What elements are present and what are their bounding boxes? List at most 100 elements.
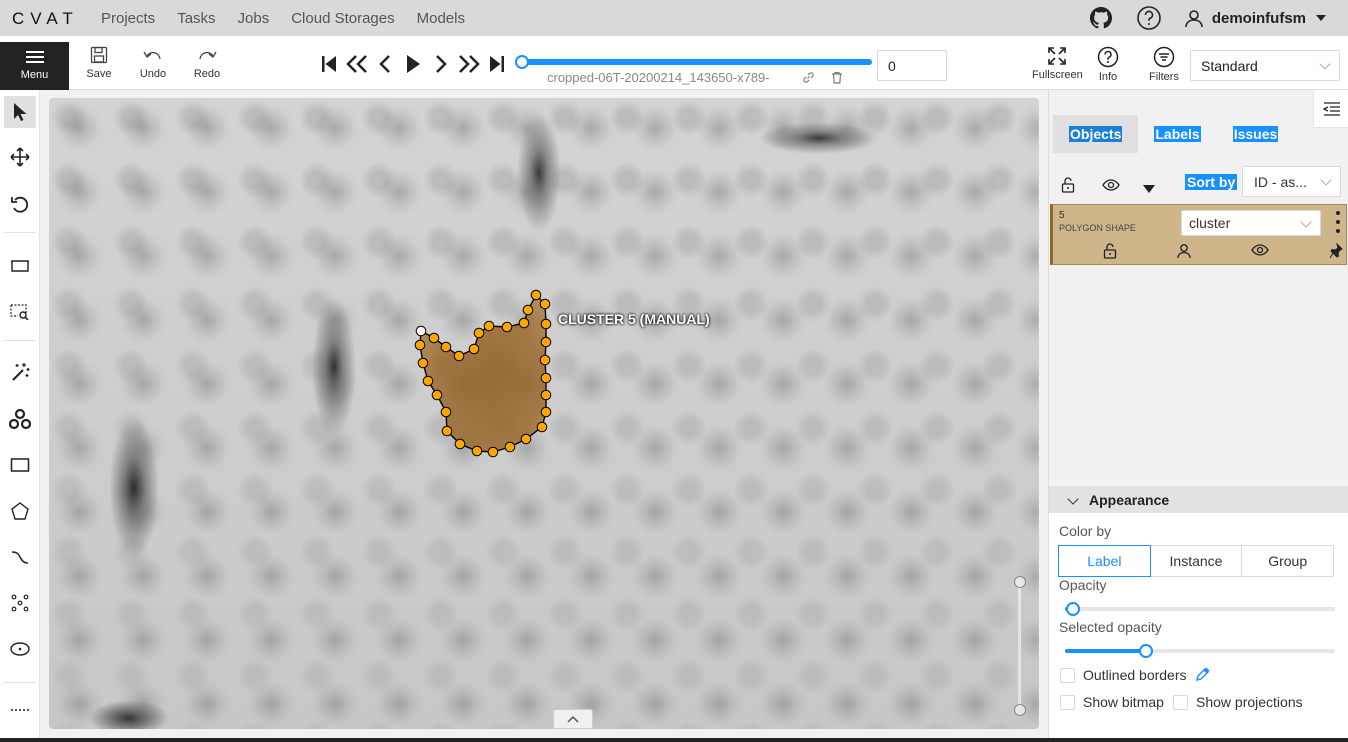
polygon-vertex[interactable] — [473, 327, 485, 339]
more-tools[interactable] — [4, 694, 36, 726]
polygon-vertex[interactable] — [522, 304, 534, 316]
polygon-vertex[interactable] — [428, 332, 440, 344]
color-by-label-option[interactable]: Label — [1058, 545, 1151, 577]
cursor-tool[interactable] — [4, 96, 36, 128]
polygon-vertex[interactable] — [540, 406, 552, 418]
nav-tasks[interactable]: Tasks — [177, 10, 215, 27]
polygon-vertex[interactable] — [540, 389, 552, 401]
polygon-vertex[interactable] — [468, 343, 480, 355]
forward-step-icon[interactable] — [458, 51, 480, 77]
polygon-vertex[interactable] — [422, 375, 434, 387]
redo-button[interactable]: Redo — [187, 46, 227, 80]
annotation-canvas[interactable]: CLUSTER 5 (MANUAL) — [49, 98, 1039, 729]
object-item[interactable]: 5 POLYGON SHAPE cluster — [1050, 204, 1347, 265]
opacity-slider-handle[interactable] — [1066, 602, 1081, 616]
zoom-control[interactable] — [1009, 574, 1031, 724]
filters-button[interactable]: Filters — [1149, 46, 1179, 83]
polygon-vertex[interactable] — [539, 354, 551, 366]
zoom-in-icon[interactable] — [1014, 704, 1026, 716]
color-by-instance-option[interactable]: Instance — [1149, 545, 1243, 577]
link-icon[interactable] — [802, 71, 815, 89]
collapse-sidebar-button[interactable] — [1313, 90, 1348, 128]
frame-number-input[interactable]: 0 — [877, 50, 947, 81]
undo-button[interactable]: Undo — [133, 46, 173, 80]
polygon-vertex[interactable] — [504, 441, 516, 453]
polygon-vertex[interactable] — [483, 320, 495, 332]
points-tool[interactable] — [4, 587, 36, 619]
eye-all-icon[interactable] — [1102, 178, 1120, 197]
polygon-vertex[interactable] — [520, 433, 532, 445]
sort-by-select[interactable]: ID - as... — [1242, 166, 1341, 197]
rectangle-tool[interactable] — [4, 449, 36, 481]
nav-jobs[interactable]: Jobs — [238, 10, 270, 27]
selected-opacity-slider-handle[interactable] — [1139, 644, 1153, 658]
color-picker-icon[interactable] — [1195, 666, 1211, 687]
play-icon[interactable] — [402, 51, 424, 77]
object-lock-icon[interactable] — [1103, 243, 1117, 264]
previous-frame-icon[interactable] — [374, 51, 396, 77]
object-pin-icon[interactable] — [1329, 242, 1343, 264]
fit-image-tool[interactable] — [4, 250, 36, 282]
save-button[interactable]: Save — [79, 46, 119, 80]
polygon-vertex[interactable] — [417, 357, 429, 369]
last-frame-icon[interactable] — [486, 51, 508, 77]
selected-opacity-slider[interactable] — [1065, 644, 1335, 658]
object-visibility-icon[interactable] — [1251, 243, 1269, 264]
polygon-vertex[interactable] — [539, 298, 551, 310]
back-step-icon[interactable] — [346, 51, 368, 77]
caret-down-icon[interactable] — [1143, 180, 1155, 198]
frame-slider[interactable] — [515, 55, 872, 69]
workspace-select[interactable]: Standard — [1190, 50, 1340, 81]
polygon-vertex[interactable] — [440, 341, 452, 353]
zoom-region-tool[interactable] — [4, 296, 36, 328]
tab-objects[interactable]: Objects — [1053, 115, 1139, 153]
tab-issues[interactable]: Issues — [1217, 115, 1295, 153]
help-icon[interactable] — [1136, 5, 1162, 31]
polygon-vertex[interactable] — [441, 425, 453, 437]
delete-frame-icon[interactable] — [831, 71, 843, 89]
first-frame-icon[interactable] — [318, 51, 340, 77]
tab-labels[interactable]: Labels — [1138, 115, 1216, 153]
polygon-vertex[interactable] — [471, 445, 483, 457]
github-icon[interactable] — [1088, 5, 1114, 31]
nav-cloud-storages[interactable]: Cloud Storages — [291, 10, 394, 27]
polygon-vertex[interactable] — [540, 372, 552, 384]
opacity-slider[interactable] — [1065, 602, 1335, 616]
polygon-vertex[interactable] — [414, 339, 426, 351]
nav-models[interactable]: Models — [417, 10, 465, 27]
frame-slider-handle[interactable] — [515, 55, 529, 69]
color-by-group-option[interactable]: Group — [1241, 545, 1335, 577]
polygon-shape[interactable] — [49, 98, 1039, 729]
show-bitmap-checkbox[interactable] — [1060, 695, 1075, 710]
polygon-vertex[interactable] — [501, 321, 513, 333]
polygon-vertex[interactable] — [431, 389, 443, 401]
opencv-tool[interactable] — [4, 403, 36, 435]
polygon-vertex[interactable] — [415, 325, 427, 337]
outlined-borders-checkbox[interactable] — [1060, 668, 1075, 683]
user-menu[interactable]: demoinfufsm — [1184, 8, 1334, 28]
expand-filmstrip-button[interactable] — [553, 709, 593, 729]
polygon-vertex[interactable] — [540, 336, 552, 348]
rotate-tool[interactable] — [4, 188, 36, 220]
polygon-vertex[interactable] — [454, 438, 466, 450]
polyline-tool[interactable] — [4, 541, 36, 573]
polygon-vertex[interactable] — [453, 350, 465, 362]
nav-projects[interactable]: Projects — [101, 10, 155, 27]
polygon-vertex[interactable] — [536, 421, 548, 433]
fullscreen-button[interactable]: Fullscreen — [1032, 46, 1083, 81]
polygon-vertex[interactable] — [540, 318, 552, 330]
show-projections-checkbox[interactable] — [1173, 695, 1188, 710]
object-label-select[interactable]: cluster — [1181, 210, 1321, 236]
polygon-vertex[interactable] — [440, 406, 452, 418]
polygon-vertex[interactable] — [530, 289, 542, 301]
ellipse-tool[interactable] — [4, 633, 36, 665]
polygon-vertex[interactable] — [487, 446, 499, 458]
magic-wand-tool[interactable] — [4, 356, 36, 388]
lock-all-icon[interactable] — [1061, 177, 1075, 198]
polygon-tool[interactable] — [4, 495, 36, 527]
object-user-icon[interactable] — [1177, 243, 1191, 264]
info-button[interactable]: Info — [1097, 46, 1119, 83]
polygon-vertex[interactable] — [518, 317, 530, 329]
next-frame-icon[interactable] — [430, 51, 452, 77]
move-tool[interactable] — [4, 141, 36, 173]
